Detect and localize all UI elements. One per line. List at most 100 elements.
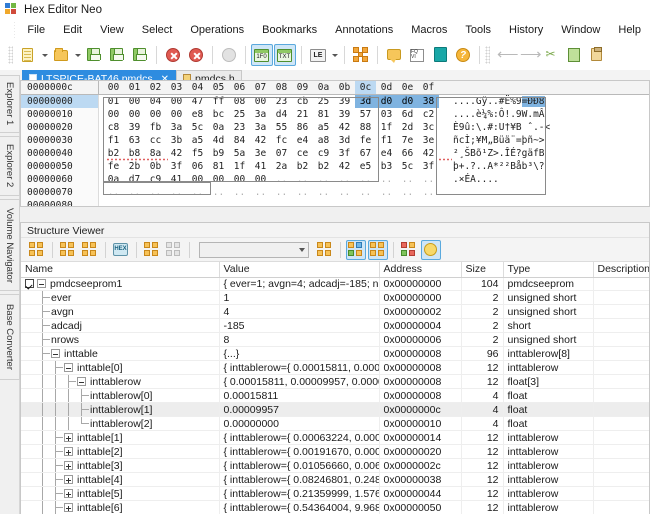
menu-item-macros[interactable]: Macros	[402, 22, 456, 38]
table-row[interactable]: inttablerow[2] 0.00000000 0x00000010 4 float	[21, 416, 649, 431]
hex-byte[interactable]: ..	[292, 199, 313, 206]
expand-icon[interactable]	[64, 489, 73, 498]
help-icon[interactable]	[429, 44, 451, 66]
table-row[interactable]: nrows 8 0x00000006 2 unsigned short	[21, 332, 649, 347]
sidebar-item-explorer-1[interactable]: Explorer 1	[0, 75, 20, 133]
menu-item-bookmarks[interactable]: Bookmarks	[253, 22, 326, 38]
table-row[interactable]: avgn 4 0x00000002 2 unsigned short	[21, 304, 649, 319]
cell-name[interactable]: adcadj	[21, 318, 220, 333]
close-all-documents-icon[interactable]	[185, 44, 207, 66]
hex-byte[interactable]: ..	[376, 186, 397, 199]
sidebar-item-base-converter[interactable]: Base Converter	[0, 294, 20, 380]
hex-byte[interactable]: 7e	[397, 134, 418, 147]
refresh-icon[interactable]	[218, 44, 240, 66]
apply-structure-icon[interactable]	[27, 240, 47, 260]
cell-name[interactable]: inttable	[21, 346, 220, 361]
undo-icon[interactable]: ⟵	[494, 44, 519, 66]
hex-byte[interactable]: ..	[397, 186, 418, 199]
save-as-icon[interactable]	[106, 44, 128, 66]
menu-item-view[interactable]: View	[91, 22, 133, 38]
hex-byte[interactable]: 03	[376, 108, 397, 121]
hex-byte[interactable]: ..	[313, 186, 334, 199]
validate-structure-icon[interactable]	[368, 239, 388, 260]
cell-name[interactable]: pmdcseeprom1	[21, 277, 220, 291]
collapse-icon[interactable]	[64, 363, 73, 372]
collapse-icon[interactable]	[37, 279, 46, 289]
hex-byte[interactable]: ..	[271, 199, 292, 206]
structure-tree-table[interactable]: Name Value Address Size Type Description…	[21, 262, 649, 514]
table-row[interactable]: inttablerow[1] 0.00009957 0x0000000c 4 float	[21, 402, 649, 417]
hex-byte[interactable]: e4	[376, 147, 397, 160]
hex-byte[interactable]: ..	[229, 186, 250, 199]
hex-byte[interactable]: ..	[124, 199, 145, 206]
hex-byte[interactable]: d0	[376, 95, 397, 108]
hex-byte[interactable]: ..	[208, 199, 229, 206]
hex-byte[interactable]: 2d	[397, 121, 418, 134]
table-row[interactable]: adcadj -185 0x00000004 2 short	[21, 318, 649, 333]
collapse-icon[interactable]	[77, 377, 86, 386]
table-row[interactable]: inttable {...} 0x00000008 96 inttablerow[8]	[21, 346, 649, 361]
table-row[interactable]: inttable[1] { inttablerow={ 0.00063224, 0…	[21, 430, 649, 445]
paste-icon[interactable]	[586, 44, 608, 66]
cut-icon[interactable]: ✂	[540, 44, 562, 66]
table-row[interactable]: inttable[5] { inttablerow={ 0.21359999, 1…	[21, 486, 649, 501]
menu-item-file[interactable]: File	[18, 22, 54, 38]
hex-byte[interactable]: b3	[376, 160, 397, 173]
table-row[interactable]: ever 1 0x00000000 2 unsigned short	[21, 290, 649, 305]
cell-name[interactable]: inttablerow[0]	[21, 388, 220, 403]
cell-name[interactable]: nrows	[21, 332, 220, 347]
new-document-dropdown-icon[interactable]	[40, 44, 49, 66]
structure-selector-combo[interactable]	[199, 241, 309, 258]
hex-byte[interactable]: ..	[376, 173, 397, 186]
menu-item-annotations[interactable]: Annotations	[326, 22, 402, 38]
cell-name[interactable]: inttable[1]	[21, 430, 220, 445]
open-file-dropdown-icon[interactable]	[73, 44, 82, 66]
color-map-icon[interactable]	[399, 240, 419, 260]
cell-name[interactable]: avgn	[21, 304, 220, 319]
column-header-size[interactable]: Size	[461, 262, 504, 278]
menu-item-edit[interactable]: Edit	[54, 22, 91, 38]
pattern-coloring-icon[interactable]	[350, 44, 372, 66]
hex-byte[interactable]: ..	[355, 186, 376, 199]
menu-item-history[interactable]: History	[500, 22, 552, 38]
expression-icon[interactable]	[315, 240, 335, 260]
hex-byte[interactable]: ..	[397, 173, 418, 186]
hints-icon[interactable]	[421, 239, 441, 260]
column-header-address[interactable]: Address	[379, 262, 462, 278]
toolbar-grip-icon[interactable]	[8, 46, 13, 64]
hex-editor-pane[interactable]: 0000000c 00 01 02 03 04 05 06 07 08 09 0a 0b 0c 0d 0e 0…	[20, 80, 650, 207]
expand-icon[interactable]	[64, 433, 73, 442]
cell-name[interactable]: inttablerow[2]	[21, 416, 220, 431]
hex-row-ascii[interactable]	[449, 199, 569, 206]
sidebar-item-explorer-2[interactable]: Explorer 2	[0, 136, 20, 196]
hex-byte[interactable]: 6d	[397, 108, 418, 121]
about-icon[interactable]: ?	[452, 44, 474, 66]
collapse-icon[interactable]	[51, 349, 60, 358]
select-structure-icon[interactable]	[80, 240, 100, 260]
text-view-icon[interactable]: TXT	[274, 44, 296, 66]
hex-byte[interactable]: ..	[250, 186, 271, 199]
cell-name[interactable]: inttable[0]	[21, 360, 220, 375]
hex-byte[interactable]: ..	[334, 199, 355, 206]
bind-structure-icon[interactable]	[346, 239, 366, 260]
menu-item-operations[interactable]: Operations	[181, 22, 253, 38]
redo-icon[interactable]: ⟶	[517, 44, 542, 66]
hex-byte[interactable]: ..	[250, 199, 271, 206]
hex-byte[interactable]: ..	[334, 186, 355, 199]
character-table-icon[interactable]: FQ VI	[406, 44, 428, 66]
hex-display-icon[interactable]: HEX	[111, 240, 131, 260]
hex-row[interactable]: 00000080................................	[21, 199, 649, 206]
table-row[interactable]: inttable[0] { inttablerow={ 0.00015811, 0…	[21, 360, 649, 375]
toolbar-grip-icon-2[interactable]	[485, 46, 490, 64]
expand-icon[interactable]	[64, 475, 73, 484]
copy-structure-icon[interactable]	[164, 240, 184, 260]
cell-name[interactable]: inttable[5]	[21, 486, 220, 501]
hex-byte[interactable]: ..	[166, 199, 187, 206]
hex-byte[interactable]: ..	[397, 199, 418, 206]
comments-icon[interactable]	[383, 44, 405, 66]
hex-byte[interactable]: ..	[187, 199, 208, 206]
edit-structure-icon[interactable]	[58, 240, 78, 260]
table-row[interactable]: pmdcseeprom1 { ever=1; avgn=4; adcadj=-18…	[21, 277, 649, 291]
cell-name[interactable]: inttable[3]	[21, 458, 220, 473]
hex-byte[interactable]: ..	[292, 186, 313, 199]
